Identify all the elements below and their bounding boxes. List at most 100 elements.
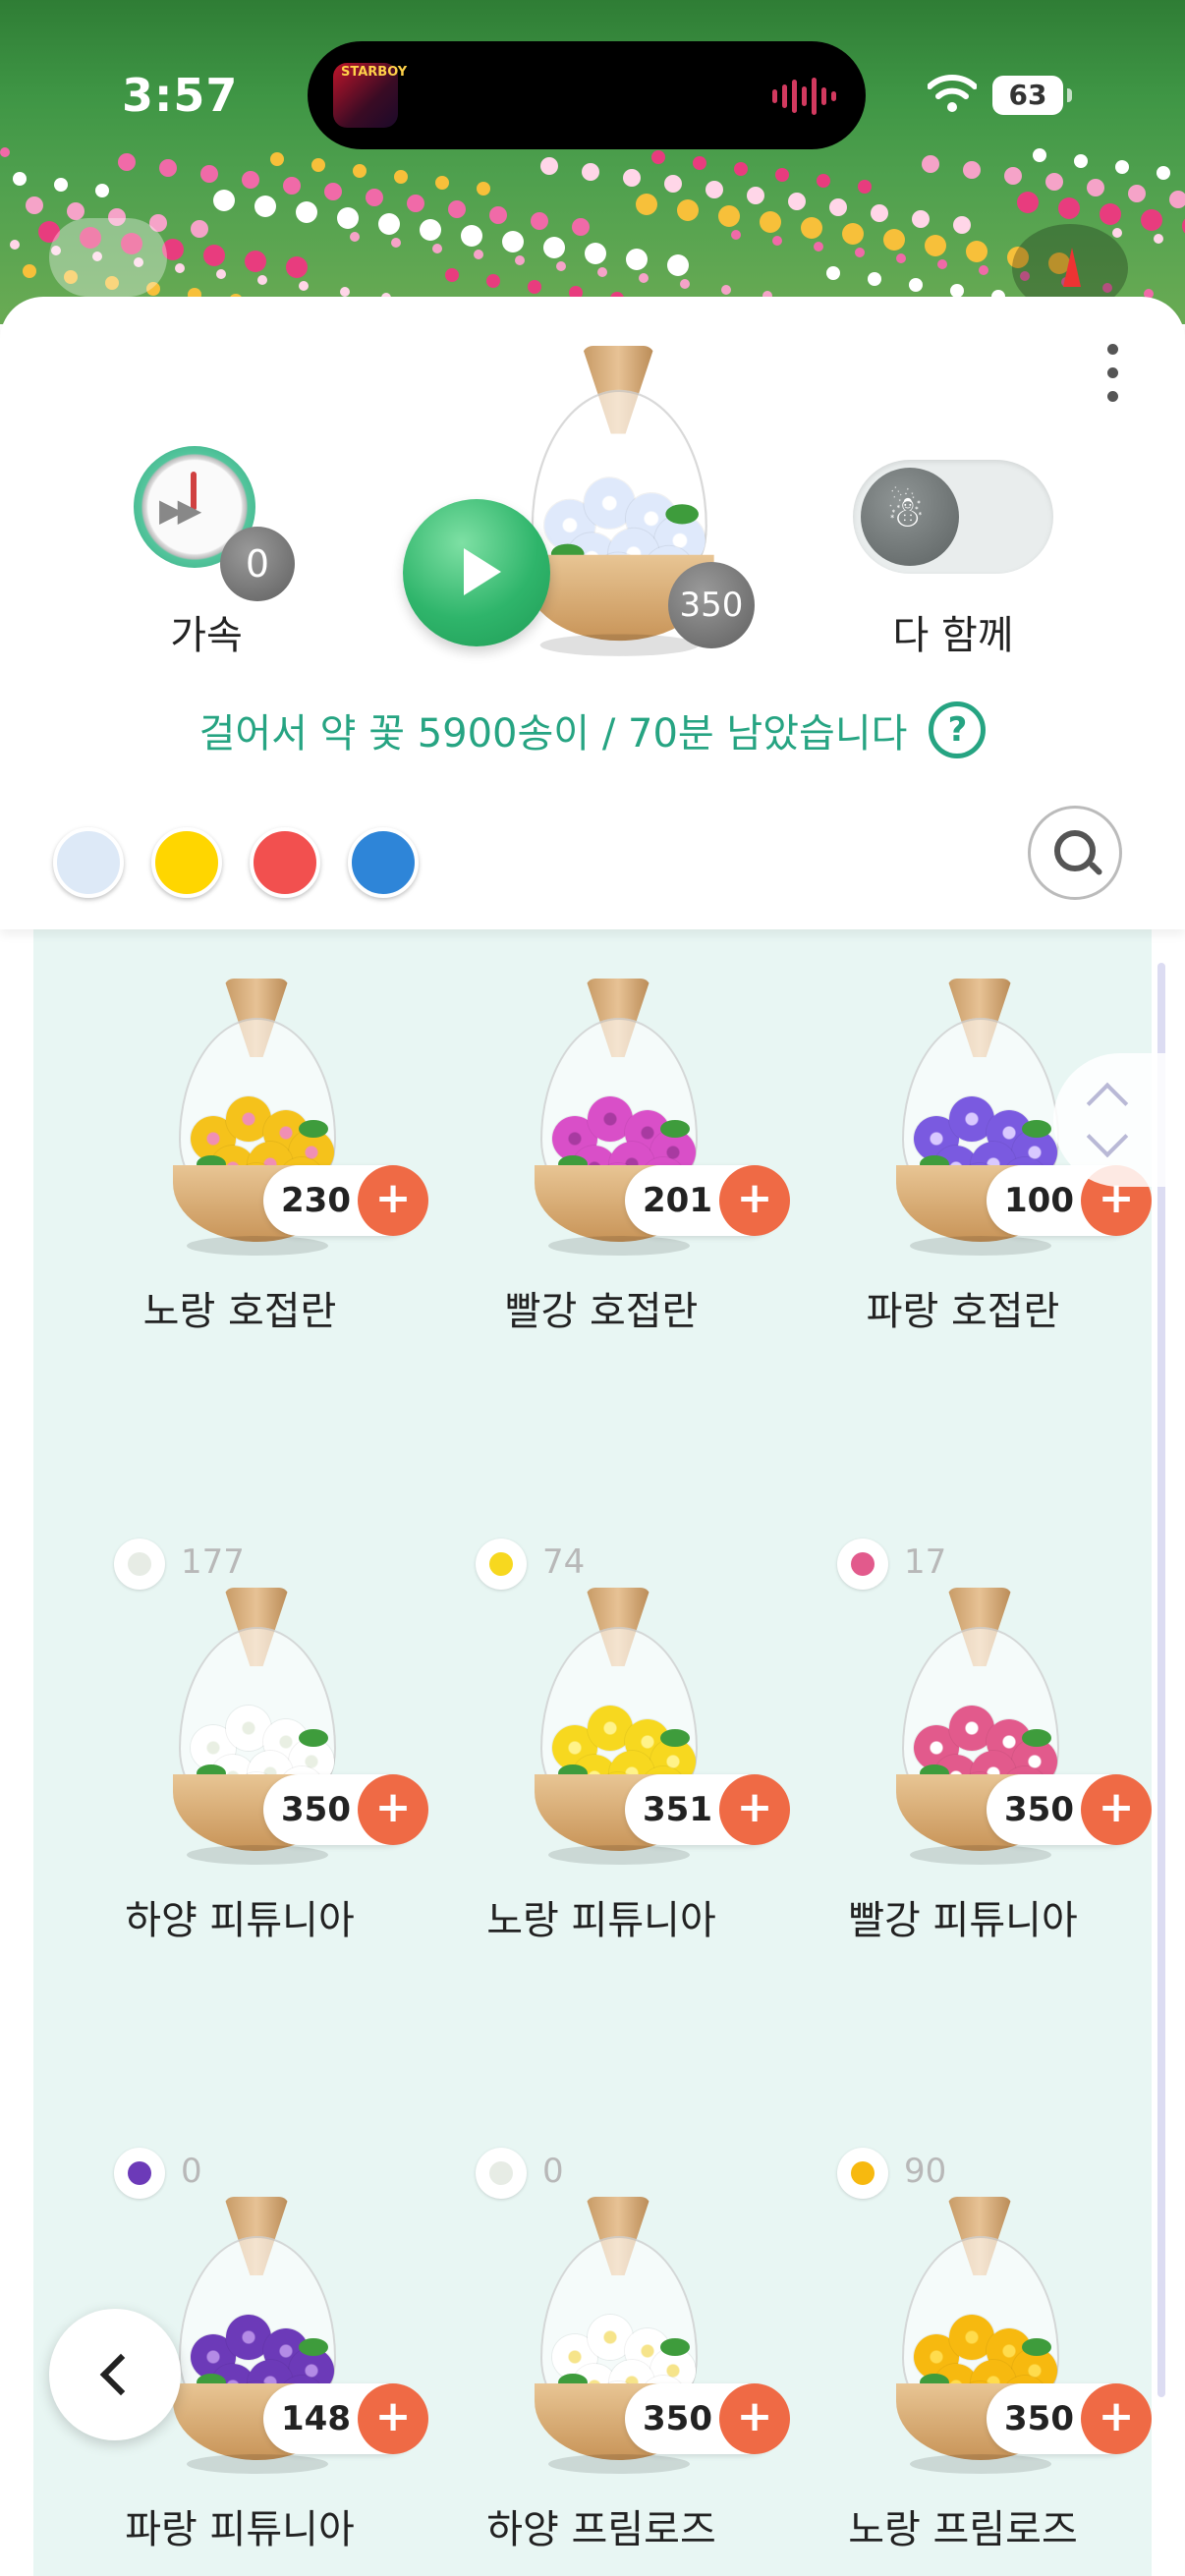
scene-flower — [299, 281, 309, 291]
more-vertical-icon[interactable] — [1100, 344, 1124, 405]
flower-card[interactable]: 100 + 파랑 호접란 — [796, 929, 1152, 1334]
scene-flower — [420, 219, 441, 241]
flower-name: 하양 프림로즈 — [486, 2507, 716, 2552]
plus-icon[interactable]: + — [1081, 2383, 1152, 2454]
speed-up-button[interactable]: ▶▶ 0 — [134, 446, 301, 613]
scene-flower — [391, 238, 401, 248]
scene-flower — [213, 190, 235, 211]
scene-flower — [747, 187, 764, 204]
owned-count: 0 — [181, 2152, 202, 2191]
scene-flower — [626, 249, 648, 270]
scene-flower — [23, 264, 36, 278]
flower-card[interactable]: 201 + 빨강 호접란 — [434, 929, 790, 1334]
flower-card[interactable]: 0 148 + 파랑 피튜니아 — [73, 1578, 428, 2552]
scene-flower — [718, 205, 740, 227]
flower-card[interactable]: 0 350 + 하양 프림로즈 — [434, 1578, 790, 2552]
flower-card[interactable]: 17 350 + 빨강 피튜니아 — [796, 969, 1152, 1943]
cloud-icon — [49, 218, 167, 297]
owned-count: 177 — [181, 1542, 245, 1582]
scene-flower — [667, 254, 689, 276]
scene-flower — [350, 232, 360, 242]
remaining-info: 걸어서 약 꽃 5900송이 / 70분 남았습니다? — [0, 701, 1185, 758]
scene-flower — [474, 250, 483, 259]
scene-flower — [489, 206, 507, 224]
scene-flower — [597, 267, 607, 277]
color-filter-swatch[interactable] — [53, 827, 124, 898]
status-time: 3:57 — [122, 69, 239, 122]
scene-flower — [1100, 203, 1121, 225]
plus-icon[interactable]: + — [358, 2383, 428, 2454]
scene-flower — [556, 261, 566, 271]
flower-card[interactable]: 230 + 노랑 호접란 — [73, 929, 428, 1334]
owned-count: 74 — [542, 1542, 586, 1582]
flower-thumbnail-icon — [837, 2148, 888, 2199]
stock-count: 148 — [281, 2399, 351, 2438]
flower-control-panel: ▶▶ 0 가속 350 다 함께 걸어서 약 꽃 5900송이 / 70분 남았… — [0, 297, 1185, 929]
scene-flower — [378, 213, 400, 235]
scene-flower — [432, 244, 442, 253]
scene-flower — [531, 212, 548, 230]
scene-flower — [216, 269, 226, 279]
scene-flower — [979, 265, 988, 275]
scene-flower — [680, 279, 690, 289]
scene-flower — [1058, 197, 1080, 219]
stock-count-pill: 148 + — [263, 2383, 428, 2454]
stock-count: 350 — [1004, 2399, 1074, 2438]
color-filter-swatch[interactable] — [348, 827, 419, 898]
scene-flower — [67, 202, 85, 220]
scene-flower — [937, 259, 947, 269]
scene-flower — [257, 275, 267, 285]
scene-flower — [366, 189, 383, 206]
together-label: 다 함께 — [892, 613, 1014, 658]
chevron-up-down-icon[interactable] — [1053, 1053, 1185, 1187]
question-circle-icon[interactable]: ? — [929, 701, 987, 758]
scene-flower — [572, 218, 590, 236]
scene-flower — [515, 255, 525, 265]
scene-flower — [883, 229, 905, 251]
scene-flower — [1169, 191, 1185, 208]
flower-card[interactable]: 177 350 + 하양 피튜니아 — [73, 969, 428, 1943]
chevron-left-icon[interactable] — [49, 2309, 181, 2440]
scene-flower — [842, 223, 864, 245]
scene-flower — [925, 235, 946, 256]
color-filter-swatch[interactable] — [151, 827, 222, 898]
album-art-text: STARBOY — [341, 65, 408, 80]
remaining-info-text: 걸어서 약 꽃 5900송이 / 70분 남았습니다 — [198, 711, 908, 756]
stock-count: 350 — [643, 2399, 712, 2438]
scene-flower — [639, 273, 649, 283]
scene-flower — [486, 274, 500, 288]
speed-label: 가속 — [170, 613, 243, 658]
speed-count-badge: 0 — [220, 527, 295, 601]
scene-flower — [1154, 234, 1163, 244]
flower-name: 노랑 프림로즈 — [848, 2507, 1078, 2552]
flower-thumbnail-icon — [114, 2148, 165, 2199]
scene-flower — [203, 245, 225, 266]
flower-card[interactable]: 90 350 + 노랑 프림로즈 — [796, 1578, 1152, 2552]
scene-flower — [721, 285, 731, 295]
scene-flower — [966, 241, 988, 262]
scene-flower — [407, 195, 424, 212]
scene-flower — [10, 240, 20, 250]
play-button[interactable] — [403, 499, 550, 646]
scene-flower — [1141, 209, 1162, 231]
flower-card[interactable]: 74 351 + 노랑 피튜니아 — [434, 969, 790, 1943]
owned-count: 0 — [542, 2152, 564, 2191]
plus-icon[interactable]: + — [719, 2383, 790, 2454]
together-toggle[interactable] — [853, 460, 1053, 574]
scene-flower — [543, 237, 565, 258]
search-icon[interactable] — [1028, 806, 1122, 900]
color-filter-swatch[interactable] — [250, 827, 320, 898]
walking-people-icon — [861, 468, 959, 566]
wifi-icon — [928, 75, 977, 112]
dynamic-island[interactable]: STARBOY — [308, 41, 866, 149]
flower-thumbnail-icon — [476, 2148, 527, 2199]
status-bar: 3:57 STARBOY 63 — [0, 0, 1185, 187]
scene-flower — [191, 220, 208, 238]
owned-count: 17 — [904, 1542, 947, 1582]
flower-list[interactable]: 230 + 노랑 호접란 201 + 빨강 호접란 100 + 파랑 호접란 177 350 + 하양 … — [33, 929, 1152, 2576]
scene-flower — [868, 272, 881, 286]
scene-flower — [871, 204, 888, 222]
scene-flower — [909, 278, 923, 292]
scene-flower — [254, 196, 276, 217]
scene-flower — [461, 225, 482, 247]
